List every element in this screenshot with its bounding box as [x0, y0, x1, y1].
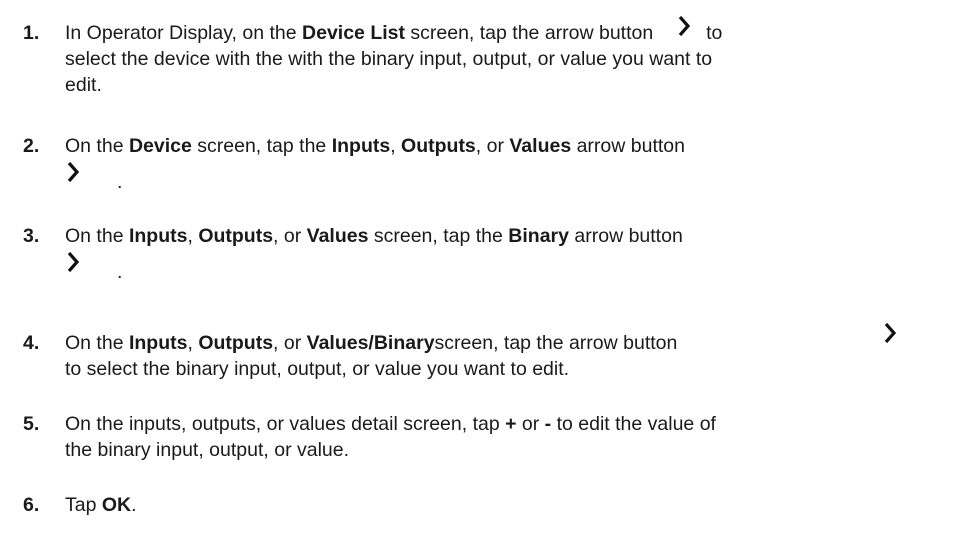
step-number: 4.	[23, 332, 40, 354]
step-text: On the Inputs, Outputs, or Values screen…	[65, 225, 683, 283]
chevron-right-icon	[66, 251, 80, 273]
step-number: 6.	[23, 494, 40, 516]
chevron-right-icon	[883, 322, 897, 344]
step-number: 3.	[23, 225, 40, 247]
step-number: 1.	[23, 22, 40, 44]
step-text: In Operator Display, on the Device List …	[65, 15, 722, 98]
step-number: 2.	[23, 135, 40, 157]
step-number: 5.	[23, 413, 40, 435]
step-text: On the inputs, outputs, or values detail…	[65, 413, 716, 461]
step-text: On the Device screen, tap the Inputs, Ou…	[65, 135, 685, 193]
step-text: Tap OK.	[65, 494, 137, 516]
ui-label: Device List	[302, 22, 405, 44]
chevron-right-icon	[66, 161, 80, 183]
step-text: On the Inputs, Outputs, or Values/Binary…	[65, 332, 678, 380]
chevron-right-icon	[677, 15, 691, 37]
